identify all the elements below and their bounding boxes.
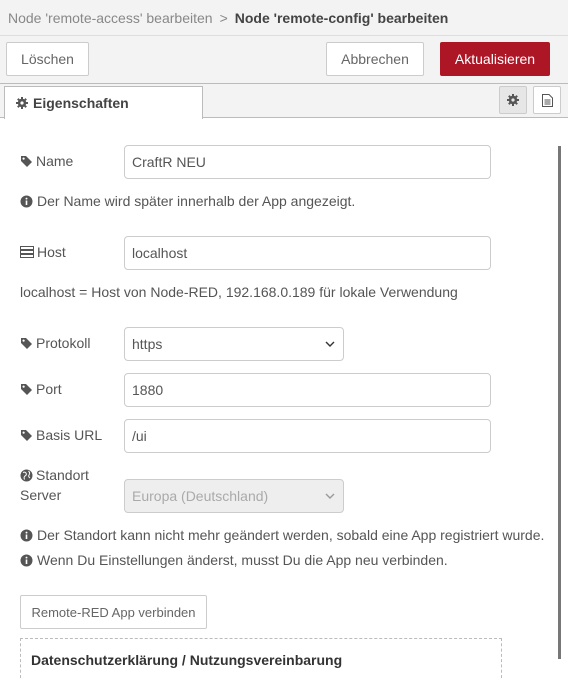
location-hint: Der Standort kann nicht mehr geändert we…: [20, 527, 544, 543]
protocol-label: Protokoll: [20, 335, 90, 351]
host-label: Host: [20, 244, 66, 260]
port-label: Port: [20, 381, 62, 397]
reconnect-hint: Wenn Du Einstellungen änderst, musst Du …: [20, 552, 448, 568]
chevron-down-icon: [325, 493, 335, 499]
update-button[interactable]: Aktualisieren: [440, 42, 550, 76]
server-icon: [20, 246, 34, 258]
tag-icon: [20, 337, 33, 350]
base-url-input[interactable]: /ui: [124, 419, 491, 453]
privacy-title[interactable]: Datenschutzerklärung / Nutzungsvereinbar…: [31, 652, 342, 668]
breadcrumb-separator: >: [219, 9, 228, 26]
base-url-label: Basis URL: [20, 427, 102, 443]
info-icon: [20, 529, 33, 542]
chevron-down-icon: [325, 341, 335, 347]
connect-app-button[interactable]: Remote-RED App verbinden: [20, 595, 207, 629]
tag-icon: [20, 429, 33, 442]
cancel-button[interactable]: Abbrechen: [326, 42, 424, 76]
location-label-line2: Server: [20, 487, 62, 503]
name-input[interactable]: CraftR NEU: [124, 145, 491, 179]
gear-icon: [16, 97, 28, 109]
breadcrumb-parent[interactable]: Node 'remote-access' bearbeiten: [8, 10, 213, 26]
tab-settings-button[interactable]: [499, 86, 527, 114]
location-select[interactable]: Europa (Deutschland): [124, 479, 344, 513]
tab-properties[interactable]: Eigenschaften: [4, 86, 203, 119]
info-icon: [20, 195, 33, 208]
file-text-icon: [541, 93, 553, 107]
globe-icon: [20, 469, 33, 482]
breadcrumb: Node 'remote-access' bearbeiten > Node '…: [0, 0, 568, 36]
edit-toolbar: Löschen Abbrechen Aktualisieren: [0, 36, 568, 84]
breadcrumb-current: Node 'remote-config' bearbeiten: [234, 9, 449, 26]
tab-properties-label: Eigenschaften: [33, 95, 129, 111]
scrollbar[interactable]: [558, 146, 561, 659]
name-hint: Der Name wird später innerhalb der App a…: [20, 193, 355, 209]
tag-icon: [20, 383, 33, 396]
host-hint: localhost = Host von Node-RED, 192.168.0…: [20, 284, 458, 300]
delete-button[interactable]: Löschen: [6, 42, 89, 76]
protocol-select[interactable]: https: [124, 327, 344, 361]
host-input[interactable]: localhost: [124, 236, 491, 270]
name-label: Name: [20, 153, 73, 169]
tab-bar: Eigenschaften: [0, 84, 568, 119]
info-icon: [20, 554, 33, 567]
tab-description-button[interactable]: [533, 86, 561, 114]
location-label: Standort: [20, 467, 89, 483]
tag-icon: [20, 155, 33, 168]
gear-icon: [507, 94, 519, 106]
port-input[interactable]: 1880: [124, 373, 491, 407]
